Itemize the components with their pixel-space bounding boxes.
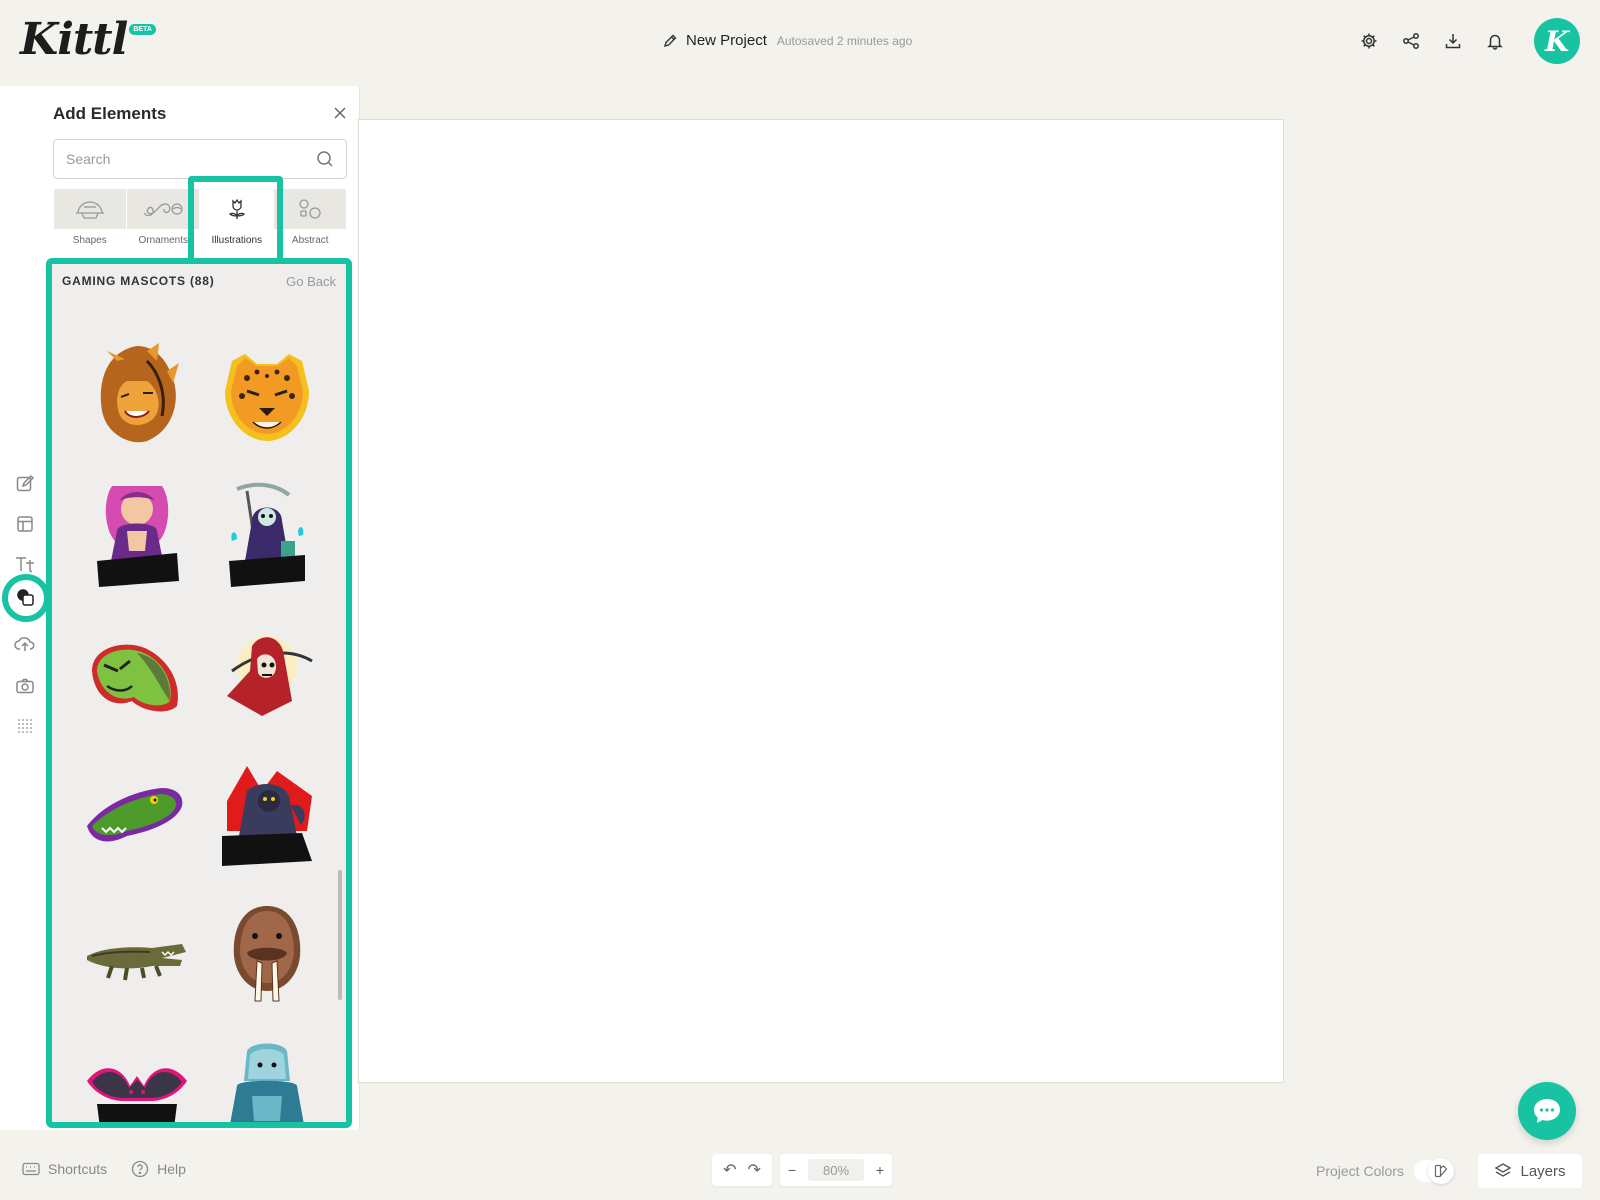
share-icon[interactable] — [1400, 30, 1422, 52]
mascot-hooded-reaper[interactable] — [202, 606, 332, 746]
category-tabs: Shapes Ornaments Illustrations Abstract — [53, 189, 347, 246]
redo-icon[interactable]: ↷ — [748, 1160, 761, 1180]
abstract-icon — [299, 199, 321, 219]
bell-icon[interactable] — [1484, 30, 1506, 52]
results-title: GAMING MASCOTS (88) — [62, 274, 215, 288]
chat-icon — [1534, 1099, 1560, 1123]
templates-icon[interactable] — [14, 513, 36, 535]
project-colors-toggle[interactable] — [1413, 1158, 1454, 1184]
edit-icon[interactable] — [14, 473, 36, 495]
zoom-out-button[interactable]: − — [788, 1162, 796, 1178]
layers-label: Layers — [1520, 1162, 1566, 1180]
help-label: Help — [157, 1161, 186, 1177]
category-ornaments[interactable]: Ornaments — [127, 189, 201, 246]
mascot-leopard[interactable] — [202, 326, 332, 466]
upload-icon[interactable] — [14, 633, 36, 655]
results-scrollbar[interactable] — [338, 870, 342, 1000]
project-colors-label: Project Colors — [1316, 1163, 1404, 1179]
mascot-gorilla-warrior[interactable] — [202, 746, 332, 886]
mascot-crocodile-head[interactable] — [72, 746, 202, 886]
category-label: Ornaments — [138, 235, 188, 246]
camera-icon[interactable] — [14, 675, 36, 697]
category-label: Abstract — [291, 235, 329, 246]
project-name[interactable]: New Project — [686, 32, 767, 49]
kittl-logo[interactable]: Kittl BETA — [20, 14, 156, 66]
mascot-grid — [72, 326, 332, 1122]
footer-left: Shortcuts Help — [22, 1160, 186, 1178]
layers-button[interactable]: Layers — [1478, 1154, 1582, 1188]
grid-dots-icon[interactable] — [14, 715, 36, 737]
history-controls: ↶ ↷ — [712, 1154, 772, 1186]
zoom-in-button[interactable]: + — [876, 1162, 884, 1178]
mascot-bat[interactable] — [72, 1026, 202, 1122]
shortcuts-button[interactable]: Shortcuts — [22, 1161, 107, 1177]
chat-button[interactable] — [1518, 1082, 1576, 1140]
logo-text: Kittl — [20, 14, 128, 65]
shapes-icon — [75, 201, 104, 219]
mascot-turtle[interactable] — [72, 606, 202, 746]
pencil-icon — [663, 34, 677, 47]
layers-icon — [1495, 1163, 1512, 1177]
help-button[interactable]: Help — [131, 1160, 186, 1178]
design-canvas[interactable] — [358, 119, 1284, 1083]
avatar[interactable]: K — [1534, 18, 1580, 64]
panel-title: Add Elements — [53, 104, 167, 123]
ornament-icon — [143, 203, 183, 217]
beta-badge: BETA — [129, 24, 156, 35]
elements-icon[interactable] — [2, 574, 50, 622]
category-shapes[interactable]: Shapes — [53, 189, 127, 246]
mascot-zombie[interactable] — [202, 1026, 332, 1122]
go-back-link[interactable]: Go Back — [286, 274, 336, 289]
close-icon[interactable] — [333, 106, 347, 120]
shortcuts-label: Shortcuts — [48, 1161, 108, 1177]
undo-icon[interactable]: ↶ — [723, 1160, 736, 1180]
add-elements-panel: Add Elements Shapes Ornaments — [46, 86, 360, 1130]
category-illustrations[interactable]: Illustrations — [200, 189, 274, 246]
keyboard-icon — [22, 1162, 40, 1176]
mascot-reaper-lantern[interactable] — [202, 466, 332, 606]
download-icon[interactable] — [1442, 30, 1464, 52]
text-icon[interactable] — [14, 553, 36, 575]
results-panel: GAMING MASCOTS (88) Go Back — [46, 258, 352, 1128]
autosave-status: Autosaved 2 minutes ago — [776, 33, 913, 48]
project-title-bar[interactable]: New Project Autosaved 2 minutes ago — [662, 32, 912, 49]
search-icon[interactable] — [316, 150, 334, 168]
search-input[interactable] — [66, 151, 316, 167]
category-label: Illustrations — [211, 235, 263, 246]
header-actions: K — [1358, 18, 1580, 64]
mascot-girl-gamer[interactable] — [72, 466, 202, 606]
mascot-lion[interactable] — [72, 326, 202, 466]
left-rail — [0, 86, 52, 1130]
zoom-controls: − 80% + — [780, 1154, 892, 1186]
project-colors: Project Colors — [1316, 1158, 1454, 1184]
palette-icon — [1434, 1164, 1448, 1178]
search-box[interactable] — [53, 139, 347, 179]
category-abstract[interactable]: Abstract — [274, 189, 348, 246]
mascot-crocodile[interactable] — [72, 886, 202, 1026]
zoom-level[interactable]: 80% — [808, 1159, 864, 1181]
flower-icon — [228, 198, 245, 219]
mascot-walrus[interactable] — [202, 886, 332, 1026]
category-label: Shapes — [72, 235, 107, 246]
help-icon — [131, 1160, 149, 1178]
gear-icon[interactable] — [1358, 30, 1380, 52]
